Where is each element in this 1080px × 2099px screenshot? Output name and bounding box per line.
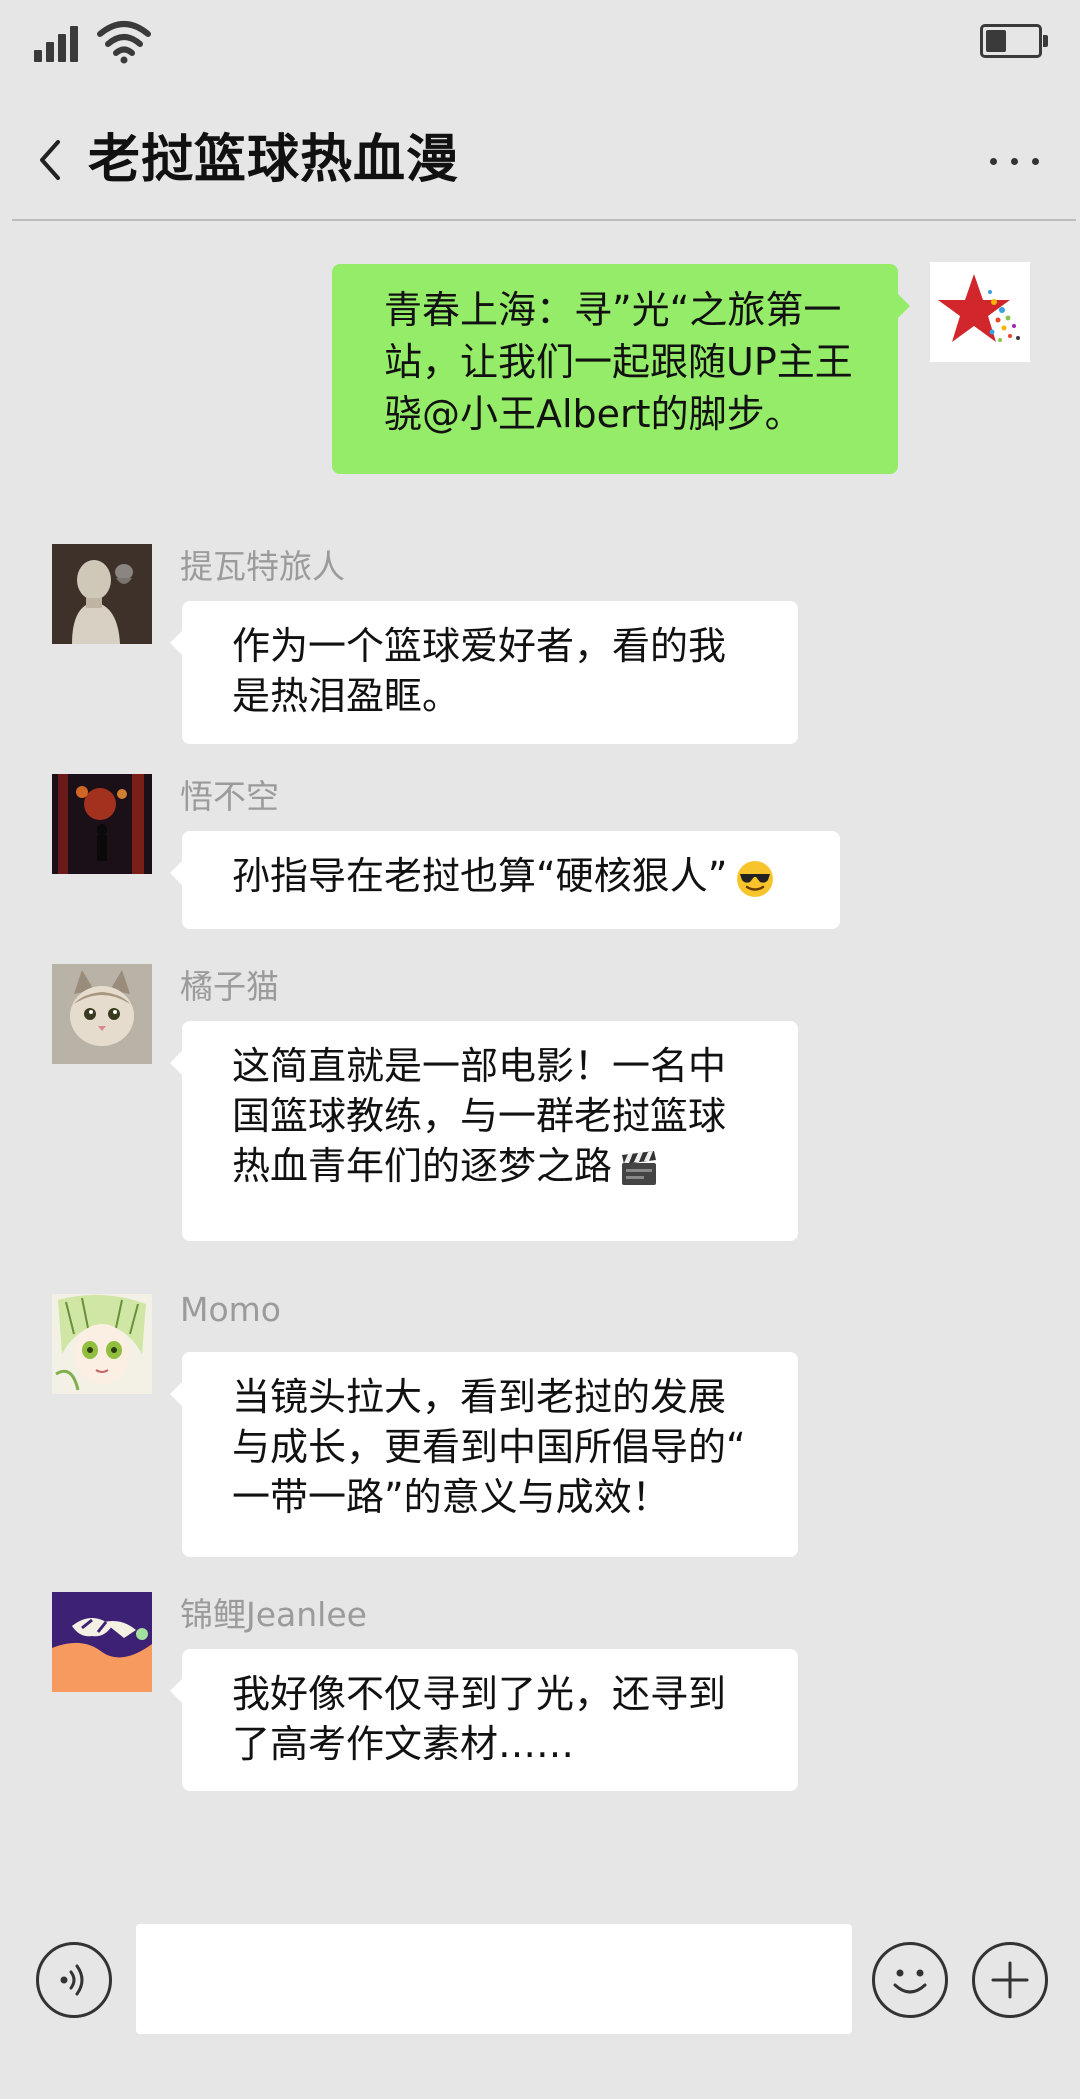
avatar[interactable] xyxy=(52,544,152,644)
back-button[interactable] xyxy=(28,120,78,200)
anime-avatar-icon xyxy=(52,1294,152,1394)
koi-avatar-icon xyxy=(52,1592,152,1692)
message-line: 孙指导在老挝也算“硬核狠人” xyxy=(232,854,728,898)
message-line: 国篮球教练，与一群老挝篮球 xyxy=(232,1094,727,1138)
message-line: 热血青年们的逐梦之路 xyxy=(232,1144,613,1188)
dark-street-avatar-icon xyxy=(52,774,152,874)
status-bar xyxy=(0,0,1080,90)
message-line: 站，让我们一起跟随UP主王 xyxy=(384,340,853,384)
voice-button[interactable] xyxy=(36,1942,112,2018)
more-dots-icon xyxy=(990,158,997,165)
message-bubble-self[interactable]: 青春上海：寻”光“之旅第一 站，让我们一起跟随UP主王 骁@小王Albert的脚… xyxy=(332,264,910,474)
star-logo-icon xyxy=(938,274,1020,342)
plus-icon xyxy=(991,1961,1029,1999)
message-line: 了高考作文素材…… xyxy=(232,1722,575,1766)
clapperboard-emoji-icon xyxy=(622,1150,657,1185)
voice-icon xyxy=(60,1964,84,1996)
avatar[interactable] xyxy=(52,1592,152,1692)
message-line: 当镜头拉大，看到老挝的发展 xyxy=(232,1375,727,1419)
emoji-button[interactable] xyxy=(872,1942,948,2018)
cat-avatar-icon xyxy=(52,964,152,1064)
message-line: 这简直就是一部电影！一名中 xyxy=(232,1044,727,1088)
message-line: 作为一个篮球爱好者，看的我 xyxy=(232,624,727,668)
self-avatar[interactable] xyxy=(930,262,1030,362)
sunglasses-emoji-icon xyxy=(737,860,774,897)
battery-level xyxy=(986,30,1006,52)
message-bubble[interactable]: 孙指导在老挝也算“硬核狠人” xyxy=(170,831,840,929)
message-input[interactable] xyxy=(136,1924,852,2034)
statue-avatar-icon xyxy=(52,544,152,644)
message-bubble[interactable]: 这简直就是一部电影！一名中 国篮球教练，与一群老挝篮球 热血青年们的逐梦之路 xyxy=(170,1021,798,1241)
input-bar xyxy=(0,1900,1080,2099)
more-functions-button[interactable] xyxy=(972,1942,1048,2018)
battery-icon xyxy=(980,24,1048,58)
message-bubble[interactable]: 作为一个篮球爱好者，看的我 是热泪盈眶。 xyxy=(170,601,798,744)
avatar[interactable] xyxy=(52,774,152,874)
message-bubble[interactable]: 我好像不仅寻到了光，还寻到 了高考作文素材…… xyxy=(170,1649,798,1791)
smiley-icon xyxy=(893,1969,927,1994)
message-bubble[interactable]: 当镜头拉大，看到老挝的发展 与成长，更看到中国所倡导的“ 一带一路”的意义与成效… xyxy=(170,1352,798,1557)
sender-name: Momo xyxy=(180,1290,281,1329)
header-divider xyxy=(12,219,1076,221)
wifi-icon xyxy=(97,21,151,64)
sender-name: 悟不空 xyxy=(180,777,279,816)
sender-name: 提瓦特旅人 xyxy=(180,547,345,586)
sender-name: 橘子猫 xyxy=(180,967,279,1006)
avatar[interactable] xyxy=(52,1294,152,1394)
sender-name: 锦鲤Jeanlee xyxy=(180,1595,367,1634)
signal-icon xyxy=(34,24,84,62)
message-line: 与成长，更看到中国所倡导的“ xyxy=(232,1425,746,1469)
message-line: 我好像不仅寻到了光，还寻到 xyxy=(232,1672,727,1716)
message-line: 骁@小王Albert的脚步。 xyxy=(384,392,803,436)
message-line: 青春上海：寻”光“之旅第一 xyxy=(384,288,842,332)
avatar[interactable] xyxy=(52,964,152,1064)
chat-header: 老挝篮球热血漫 xyxy=(0,100,1080,220)
chevron-left-icon xyxy=(40,140,60,180)
chat-title: 老挝篮球热血漫 xyxy=(88,130,460,190)
message-line: 是热泪盈眶。 xyxy=(232,674,461,718)
more-options-button[interactable] xyxy=(980,130,1050,190)
message-line: 一带一路”的意义与成效！ xyxy=(232,1475,670,1519)
